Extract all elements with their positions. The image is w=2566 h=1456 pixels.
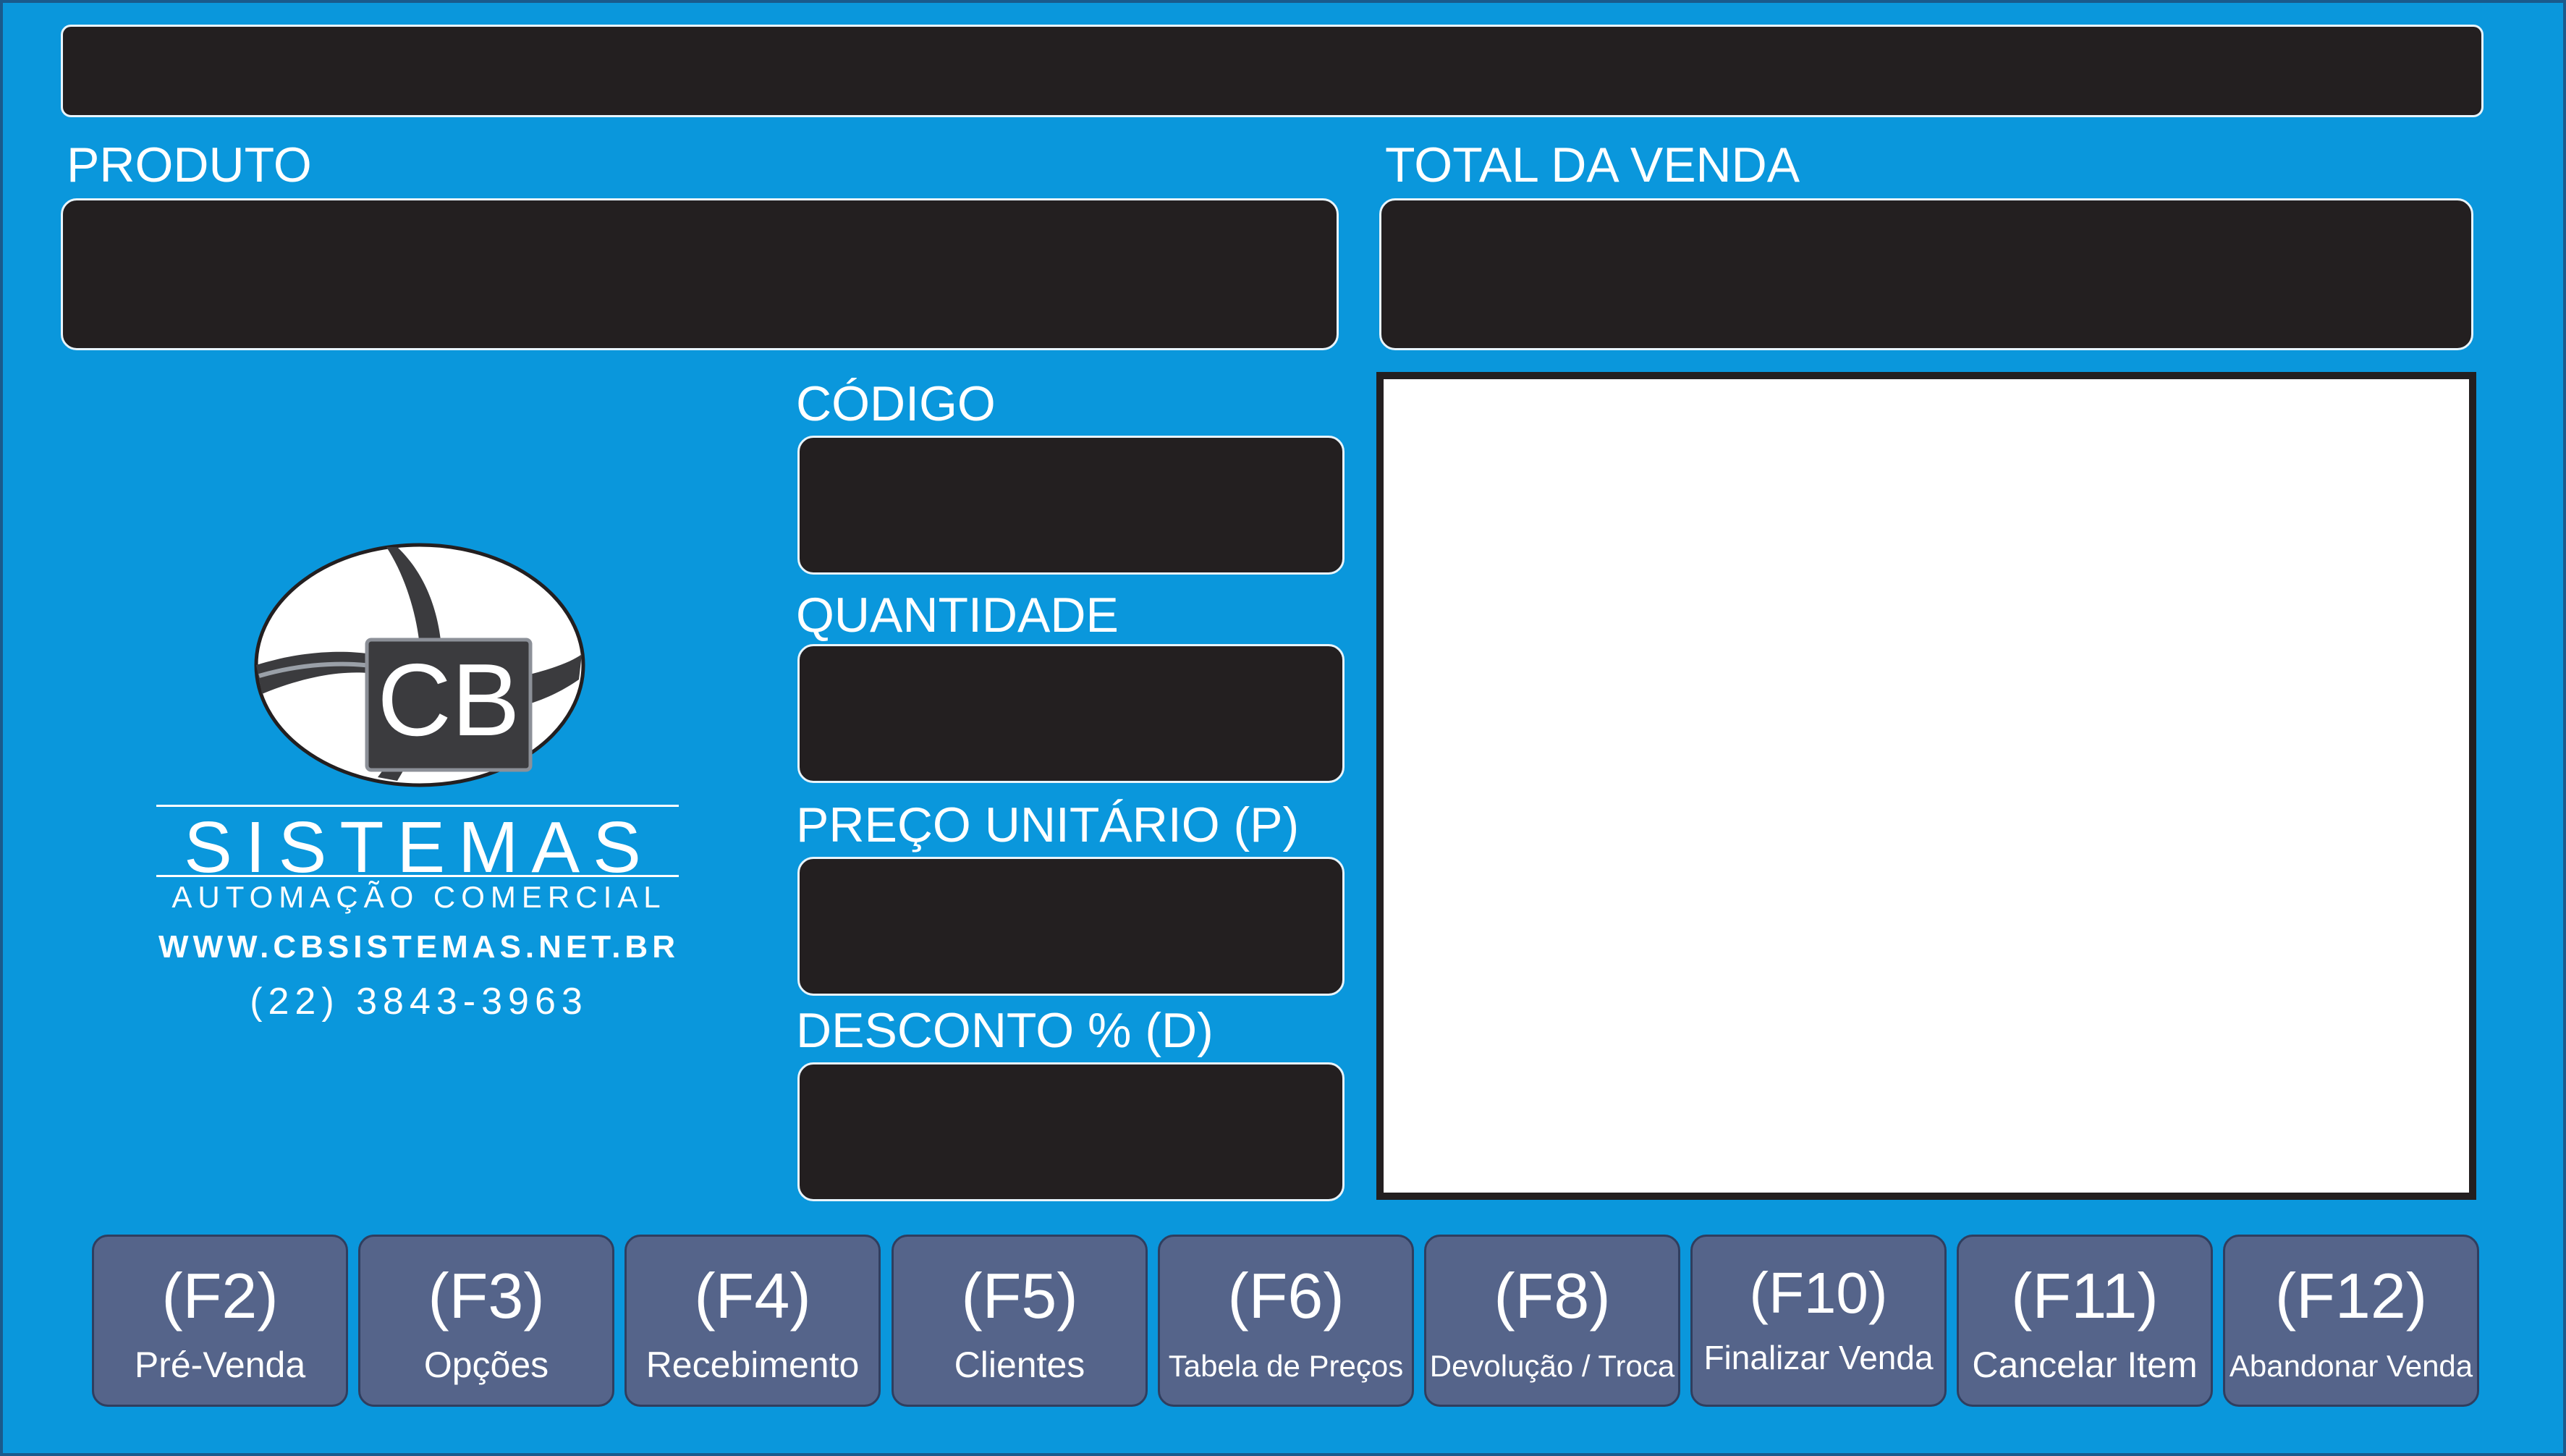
f12-abandonar-venda-button[interactable]: (F12) Abandonar Venda: [2223, 1235, 2479, 1407]
f10-finalizar-venda-button[interactable]: (F10) Finalizar Venda: [1690, 1235, 1947, 1407]
f3-opcoes-button[interactable]: (F3) Opções: [358, 1235, 614, 1407]
total-venda-display: [1379, 198, 2473, 350]
f4-key-label: (F4): [694, 1260, 811, 1332]
f2-pre-venda-button[interactable]: (F2) Pré-Venda: [92, 1235, 348, 1407]
codigo-label: CÓDIGO: [796, 376, 996, 431]
items-list-panel[interactable]: [1376, 372, 2476, 1200]
brand-rule-middle: [156, 875, 679, 877]
f2-key-label: (F2): [161, 1260, 279, 1332]
brand-website: WWW.CBSISTEMAS.NET.BR: [158, 929, 679, 965]
f6-key-label: (F6): [1227, 1260, 1345, 1332]
f4-recebimento-button[interactable]: (F4) Recebimento: [624, 1235, 881, 1407]
f12-desc-label: Abandonar Venda: [2229, 1349, 2473, 1383]
f10-key-label: (F10): [1749, 1261, 1888, 1325]
preco-unitario-field[interactable]: [797, 857, 1345, 996]
f8-key-label: (F8): [1494, 1260, 1611, 1332]
pdv-screen: PRODUTO TOTAL DA VENDA CÓDIGO QUANTIDADE…: [0, 0, 2566, 1456]
f2-desc-label: Pré-Venda: [134, 1345, 306, 1385]
desconto-label: DESCONTO % (D): [796, 1003, 1214, 1058]
quantidade-field[interactable]: [797, 644, 1345, 783]
f3-desc-label: Opções: [423, 1345, 549, 1385]
produto-label: PRODUTO: [67, 137, 312, 192]
desconto-field[interactable]: [797, 1062, 1345, 1201]
f4-desc-label: Recebimento: [645, 1345, 860, 1385]
logo-monogram: CB: [377, 643, 520, 758]
f5-desc-label: Clientes: [954, 1345, 1085, 1385]
f5-key-label: (F5): [961, 1260, 1078, 1332]
total-venda-label: TOTAL DA VENDA: [1385, 137, 1800, 192]
f12-key-label: (F12): [2274, 1260, 2428, 1332]
brand-phone: (22) 3843-3963: [250, 981, 588, 1023]
f5-clientes-button[interactable]: (F5) Clientes: [892, 1235, 1148, 1407]
f6-tabela-precos-button[interactable]: (F6) Tabela de Preços: [1158, 1235, 1414, 1407]
quantidade-label: QUANTIDADE: [796, 588, 1119, 643]
codigo-field[interactable]: [797, 436, 1345, 575]
produto-display: [61, 198, 1339, 350]
message-bar: [61, 25, 2484, 117]
f6-desc-label: Tabela de Preços: [1168, 1349, 1404, 1383]
f11-desc-label: Cancelar Item: [1972, 1345, 2198, 1385]
f8-desc-label: Devolução / Troca: [1429, 1349, 1675, 1383]
f8-devolucao-troca-button[interactable]: (F8) Devolução / Troca: [1424, 1235, 1680, 1407]
f10-desc-label: Finalizar Venda: [1703, 1339, 1934, 1376]
f3-key-label: (F3): [428, 1260, 545, 1332]
f11-cancelar-item-button[interactable]: (F11) Cancelar Item: [1957, 1235, 2213, 1407]
brand-subtitle: AUTOMAÇÃO COMERCIAL: [172, 880, 666, 914]
preco-unitario-label: PREÇO UNITÁRIO (P): [796, 797, 1300, 852]
f11-key-label: (F11): [2011, 1260, 2159, 1332]
